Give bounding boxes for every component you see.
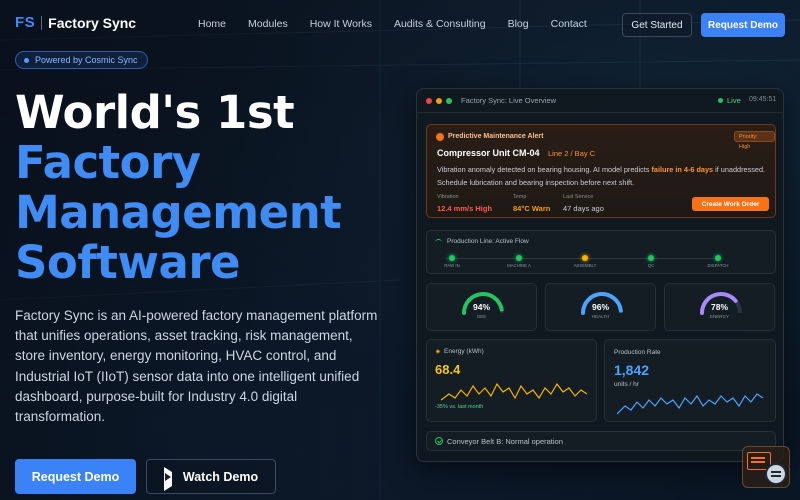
request-demo-nav-button[interactable]: Request Demo (701, 13, 785, 37)
powered-by-badge: Powered by Cosmic Sync (15, 51, 148, 69)
nav-link-how-it-works[interactable]: How It Works (310, 18, 372, 30)
energy-change: -35% vs. last month (435, 404, 484, 410)
health-gauge-card: 96% HEALTH (545, 283, 656, 331)
nav-link-home[interactable]: Home (198, 18, 226, 30)
lightning-icon: ✷ (435, 349, 441, 356)
nav-link-modules[interactable]: Modules (248, 18, 288, 30)
live-status: Live (727, 96, 741, 105)
request-demo-button[interactable]: Request Demo (15, 459, 136, 494)
energy-value: 68.4 (435, 362, 461, 377)
production-flow-line (446, 258, 714, 259)
station-node (449, 255, 455, 261)
metric-value: 84°C Warn (513, 204, 551, 213)
brand-logo[interactable]: FS Factory Sync (15, 14, 136, 31)
unit-location: Line 2 / Bay C (548, 149, 596, 158)
live-overview-dashboard: Factory Sync: Live Overview Live 09:45:5… (416, 88, 784, 462)
hero-title: World's 1st Factory Management Software (15, 86, 342, 289)
play-icon (163, 466, 173, 491)
brand-name: Factory Sync (48, 14, 137, 31)
dashboard-header: Factory Sync: Live Overview Live 09:45:5… (417, 89, 783, 113)
station-node (715, 255, 721, 261)
nav-link-contact[interactable]: Contact (551, 18, 587, 30)
chat-support-button[interactable] (742, 446, 790, 488)
window-maximize-dot-icon (446, 98, 452, 104)
station-label: MACHINE A (507, 263, 531, 268)
station-node (648, 255, 654, 261)
nav-menu: Home Modules How It Works Audits & Consu… (198, 18, 609, 30)
wifi-icon (435, 239, 442, 244)
station-label: ASSEMBLY (573, 263, 597, 268)
logo-mark: FS (15, 14, 36, 31)
metric-value: 47 days ago (563, 204, 604, 213)
nav-link-blog[interactable]: Blog (508, 18, 529, 30)
alert-message: Vibration anomaly detected on bearing ho… (437, 165, 766, 187)
metric-label: Temp (513, 194, 527, 200)
get-started-button[interactable]: Get Started (622, 13, 692, 37)
unit-name: Compressor Unit CM-04 (437, 148, 540, 158)
priority-badge: Priority: High (734, 131, 775, 150)
clock-time: 09:45:51 (749, 96, 777, 103)
dashboard-title: Factory Sync: Live Overview (461, 96, 557, 105)
station-label: DISPATCH (707, 263, 729, 268)
metric-label: Last Service (563, 194, 594, 200)
window-minimize-dot-icon (436, 98, 442, 104)
energy-card: ✷ Energy (kWh) 68.4 -35% vs. last month (426, 339, 597, 422)
production-line-card: Production Line: Active Flow RAW IN MACH… (426, 230, 776, 274)
station-node (516, 255, 522, 261)
station-node (582, 255, 588, 261)
nav-link-audits-consulting[interactable]: Audits & Consulting (394, 18, 486, 30)
badge-dot-icon (24, 57, 29, 63)
watch-demo-button[interactable]: Watch Demo (146, 459, 276, 494)
conveyor-status-text: Conveyor Belt B: Normal operation (447, 437, 563, 446)
live-dot-icon (718, 98, 723, 103)
check-circle-icon (435, 437, 443, 445)
create-work-order-button[interactable]: Create Work Order (692, 197, 769, 211)
production-rate-card: Production Rate 1,842 units / hr (604, 339, 776, 422)
conveyor-status-card: Conveyor Belt B: Normal operation (426, 431, 776, 451)
energy-gauge-card: 78% ENERGY (664, 283, 775, 331)
oee-gauge-card: 94% OEE (426, 283, 537, 331)
chat-icon (765, 463, 787, 485)
hero-description: Factory Sync is an AI-powered factory ma… (15, 308, 378, 425)
window-close-dot-icon (426, 98, 432, 104)
top-navigation: FS Factory Sync Home Modules How It Work… (0, 0, 800, 50)
predictive-maintenance-alert: Predictive Maintenance Alert Priority: H… (426, 124, 776, 218)
metric-value: 12.4 mm/s High (437, 204, 493, 213)
production-sparkline (617, 393, 764, 415)
alert-icon (436, 133, 444, 141)
station-label: QC (647, 263, 655, 268)
production-rate-value: 1,842 (614, 362, 650, 378)
metric-label: Vibration (437, 194, 459, 200)
station-label: RAW IN (444, 263, 460, 268)
